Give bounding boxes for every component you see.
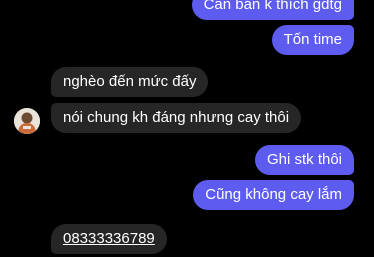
message-text: nghèo đến mức đấy: [63, 73, 197, 90]
message-bubble-outgoing[interactable]: Cũng không cay lắm: [193, 180, 354, 210]
message-text: Ghi stk thôi: [266, 151, 342, 168]
message-bubble-outgoing[interactable]: Tốn time: [271, 25, 354, 55]
message-text: Cũng không cay lắm: [205, 186, 342, 203]
message-bubble-outgoing[interactable]: Cần bán k thích gdtg: [191, 0, 354, 20]
message-text: Tốn time: [283, 31, 342, 48]
message-bubble-incoming[interactable]: nghèo đến mức đấy: [51, 67, 209, 97]
phone-number-link[interactable]: 08333336789: [63, 230, 155, 247]
avatar-icon: [14, 108, 40, 134]
message-text: nói chung kh đáng nhưng cay thôi: [63, 109, 290, 126]
message-bubble-incoming[interactable]: nói chung kh đáng nhưng cay thôi: [51, 103, 302, 133]
message-bubble-incoming[interactable]: 08333336789: [51, 224, 167, 254]
message-bubble-outgoing[interactable]: Ghi stk thôi: [254, 145, 354, 175]
message-text: Cần bán k thích gdtg: [203, 0, 342, 13]
contact-avatar[interactable]: [14, 108, 40, 134]
